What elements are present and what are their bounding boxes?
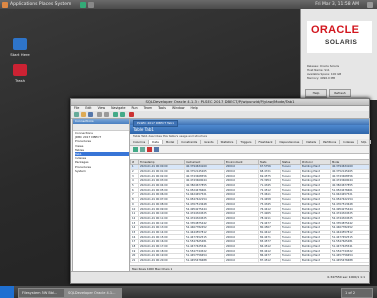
refresh-button[interactable]: Refresh	[329, 89, 351, 97]
menu-view[interactable]: View	[98, 106, 106, 110]
tree-node[interactable]: System	[75, 169, 129, 173]
new-icon[interactable]	[74, 112, 79, 117]
desktop-icon-label: Start Here	[10, 52, 30, 57]
menu-file[interactable]: File	[74, 106, 79, 110]
connections-navigator: Connections Connections JDBC 2017 DBECT …	[72, 118, 130, 272]
top-menu[interactable]: Applications Places System	[10, 2, 71, 7]
insert-row-icon[interactable]	[140, 147, 145, 152]
menu-window[interactable]: Window	[172, 106, 185, 110]
open-icon[interactable]	[81, 112, 86, 117]
back-icon[interactable]	[113, 112, 118, 117]
workspace-switcher[interactable]: 1 of 2	[341, 288, 373, 298]
tab-grants[interactable]: Grants	[201, 140, 218, 144]
menu-team[interactable]: Team	[144, 106, 152, 110]
refresh-icon[interactable]	[133, 147, 138, 152]
menu-edit[interactable]: Edit	[85, 106, 91, 110]
menu-help[interactable]: Help	[191, 106, 198, 110]
data-table: # Timestamp Instrument Environment Tests Stat…	[130, 159, 369, 263]
tab-sql[interactable]: SQL	[358, 140, 371, 144]
save-icon[interactable]	[88, 112, 93, 117]
data-grid: # Timestamp Instrument Environment Tests Stat…	[130, 159, 369, 263]
undo-icon[interactable]	[97, 112, 102, 117]
run-icon[interactable]	[129, 112, 134, 117]
tab-model[interactable]: Model	[162, 140, 179, 144]
forward-icon[interactable]	[120, 112, 125, 117]
taskbar: Filesystem 5W Bbl... SQLDeveloper Oracle…	[0, 286, 377, 298]
tab-data[interactable]: Data	[149, 140, 163, 144]
tab-dependencies[interactable]: Dependencies	[276, 140, 304, 144]
desktop-icon-trash[interactable]: Trash	[6, 64, 34, 83]
table-editor: PLSEC 2017 DBECT Tab1 Table Tab1 Table T…	[129, 118, 371, 272]
info-line: Memory: 4096.0 MB	[307, 76, 336, 80]
trash-icon	[13, 64, 27, 76]
tab-partitions[interactable]: Partitions	[320, 140, 341, 144]
sqldeveloper-window: SQLDeveloper Oracle 4.1.3 : PLSEC 2017 D…	[70, 98, 371, 284]
menu-tools[interactable]: Tools	[158, 106, 166, 110]
desktop-icon-start-here[interactable]: Start Here	[6, 38, 34, 57]
navigator-toolbar	[73, 124, 129, 131]
tab-indexes[interactable]: Indexes	[340, 140, 359, 144]
power-icon[interactable]	[367, 1, 373, 8]
oracle-logo: ORACLE SOLARIS	[307, 21, 372, 53]
tab-flashback[interactable]: Flashback	[255, 140, 277, 144]
tab-statistics[interactable]: Statistics	[217, 140, 238, 144]
menu-run[interactable]: Run	[131, 106, 137, 110]
connection-tree: Connections JDBC 2017 DBECT Procedures V…	[73, 131, 129, 173]
oracle-buttons: HelpRefreshClose	[305, 89, 375, 105]
status-text: 0.347550 sec 1000/1 1:1	[327, 275, 365, 279]
status-bar: 0.347550 sec 1000/1 1:1	[71, 271, 369, 283]
redo-icon[interactable]	[104, 112, 109, 117]
table-subtabs: Columns Data Model Constraints Grants Statist…	[130, 139, 371, 146]
oracle-info-panel: ORACLE SOLARIS Release: Oracle Solaris H…	[300, 9, 377, 105]
commit-icon[interactable]	[154, 147, 159, 152]
top-panel: Applications Places System Fri Mar 3, 11…	[0, 0, 377, 9]
browser-icon[interactable]	[80, 1, 86, 8]
help-button[interactable]: Help	[305, 89, 327, 97]
oracle-product: SOLARIS	[325, 39, 358, 46]
show-desktop-button[interactable]	[0, 286, 14, 298]
data-toolbar	[130, 146, 369, 154]
computer-icon	[13, 38, 27, 50]
clock[interactable]: Fri Mar 3, 11:58 AM	[315, 2, 359, 7]
tab-triggers[interactable]: Triggers	[237, 140, 256, 144]
window-title: SQLDeveloper Oracle 4.1.3 : PLSEC 2017 D…	[71, 99, 369, 106]
tab-columns[interactable]: Columns	[130, 140, 150, 144]
task-sqldeveloper[interactable]: SQLDeveloper Oracle 4.1...	[64, 288, 122, 298]
terminal-icon[interactable]	[88, 1, 94, 8]
table-body: 1 2020-01-01 00:00:00 40.3794634169 2000.0 6…	[130, 164, 369, 263]
system-info: Release: Oracle Solaris Host Name: S11 A…	[307, 64, 373, 80]
applications-icon[interactable]	[2, 1, 8, 8]
menu-navigate[interactable]: Navigate	[111, 106, 125, 110]
tab-constraints[interactable]: Constraints	[178, 140, 202, 144]
task-filesystem[interactable]: Filesystem 5W Bbl...	[18, 288, 68, 298]
delete-row-icon[interactable]	[147, 147, 152, 152]
tab-details[interactable]: Details	[303, 140, 321, 144]
desktop-icon-label: Trash	[14, 78, 26, 83]
oracle-brand: ORACLE	[311, 24, 360, 36]
